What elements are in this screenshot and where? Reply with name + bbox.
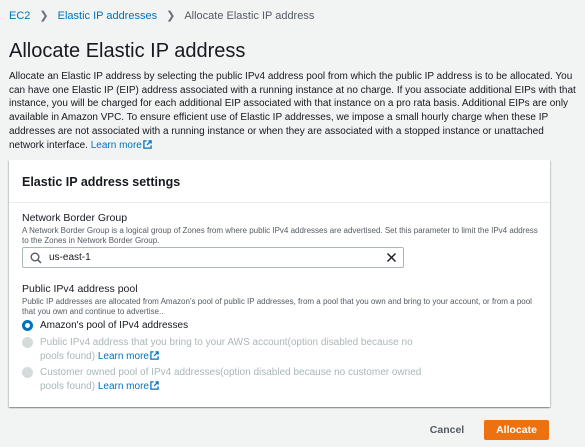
breadcrumb-current: Allocate Elastic IP address [184, 10, 315, 22]
page-description: Allocate an Elastic IP address by select… [9, 70, 579, 152]
settings-panel: Elastic IP address settings Network Bord… [9, 160, 550, 407]
radio-option-label: Amazon's pool of IPv4 addresses [40, 320, 189, 331]
external-link-icon [150, 350, 159, 360]
network-border-group-input[interactable] [49, 252, 369, 263]
radio-option-label: Public IPv4 address that you bring to yo… [40, 337, 413, 362]
network-border-group-search[interactable] [22, 247, 404, 268]
allocate-button[interactable]: Allocate [484, 420, 549, 440]
ipv4-pool-description: Public IP addresses are allocated from A… [22, 297, 532, 316]
breadcrumb: EC2 ❯ Elastic IP addresses ❯ Allocate El… [9, 9, 314, 23]
breadcrumb-ec2[interactable]: EC2 [9, 9, 30, 23]
cancel-button[interactable]: Cancel [421, 420, 473, 440]
clear-icon[interactable] [386, 252, 397, 263]
external-link-icon [150, 380, 159, 390]
external-link-icon [143, 139, 152, 149]
radio-button[interactable] [22, 320, 33, 331]
network-border-group-label: Network Border Group [22, 212, 128, 224]
learn-more-link[interactable]: Learn more [98, 381, 159, 392]
radio-option-amazon-pool[interactable]: Amazon's pool of IPv4 addresses [22, 319, 188, 333]
radio-button [22, 337, 33, 348]
learn-more-link[interactable]: Learn more [91, 140, 152, 151]
chevron-right-icon: ❯ [39, 10, 49, 22]
page-title: Allocate Elastic IP address [9, 40, 246, 62]
radio-button [22, 367, 33, 378]
radio-option-byoip-pool: Public IPv4 address that you bring to yo… [22, 336, 422, 363]
network-border-group-section: Network Border Group A Network Border Gr… [22, 212, 542, 246]
radio-option-label: Customer owned pool of IPv4 addresses(op… [40, 367, 422, 392]
search-icon [30, 252, 42, 264]
breadcrumb-elastic-ip-addresses[interactable]: Elastic IP addresses [58, 9, 157, 23]
network-border-group-description: A Network Border Group is a logical grou… [22, 226, 538, 245]
ipv4-pool-label: Public IPv4 address pool [22, 283, 138, 295]
radio-option-customer-owned-pool: Customer owned pool of IPv4 addresses(op… [22, 366, 422, 393]
settings-panel-header: Elastic IP address settings [9, 160, 550, 203]
ipv4-pool-section: Public IPv4 address pool Public IP addre… [22, 283, 542, 317]
chevron-right-icon: ❯ [166, 10, 176, 22]
learn-more-link[interactable]: Learn more [98, 351, 159, 362]
